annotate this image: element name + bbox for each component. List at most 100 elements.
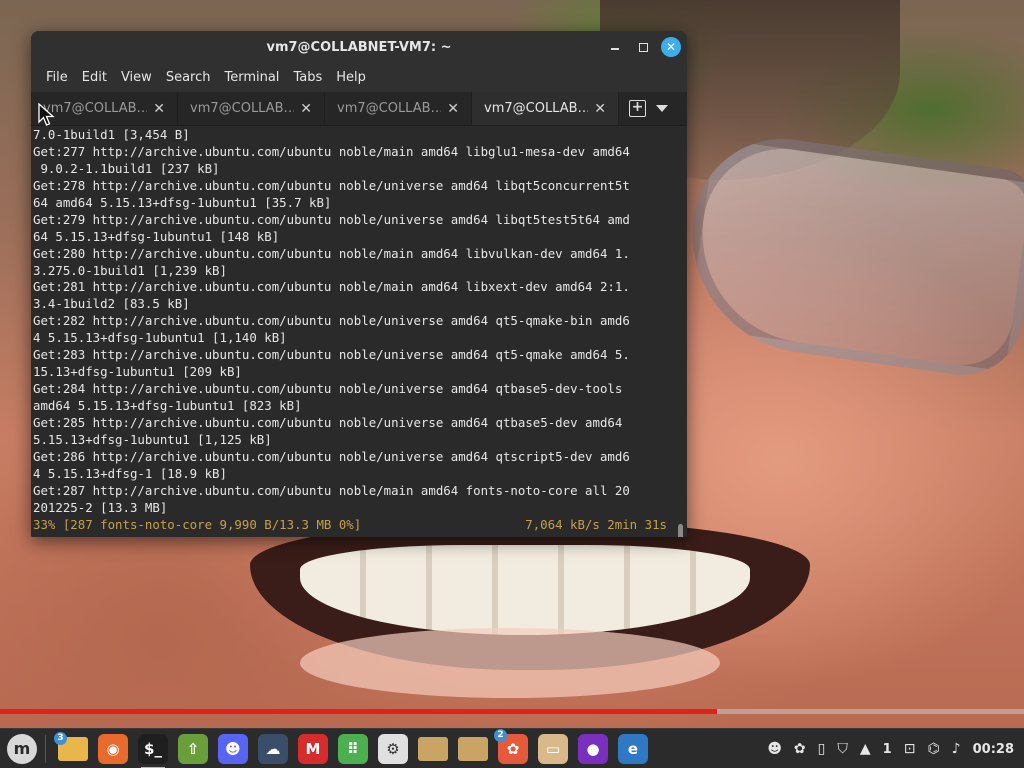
menubar: File Edit View Search Terminal Tabs Help bbox=[31, 64, 687, 92]
close-button[interactable]: ✕ bbox=[661, 37, 681, 57]
workspace-indicator[interactable]: 1 bbox=[883, 742, 892, 757]
terminal-line: 64 amd64 5.15.13+dfsg-1ubuntu1 [35.7 kB] bbox=[33, 194, 332, 210]
tray-volume-icon[interactable]: ♪ bbox=[952, 739, 961, 759]
terminal-line: Get:286 http://archive.ubuntu.com/ubuntu… bbox=[33, 448, 630, 464]
archive-box-icon: ▭ bbox=[545, 739, 561, 758]
menu-view[interactable]: View bbox=[114, 64, 159, 92]
terminal-line: Get:284 http://archive.ubuntu.com/ubuntu… bbox=[33, 381, 623, 397]
terminal-line: Get:280 http://archive.ubuntu.com/ubuntu… bbox=[33, 245, 630, 261]
app-grid-launcher[interactable]: ⠿ bbox=[338, 733, 368, 764]
mario-game-launcher[interactable]: M bbox=[298, 733, 328, 764]
menu-help[interactable]: Help bbox=[329, 64, 373, 92]
window-title: vm7@COLLABNET-VM7: ~ bbox=[266, 40, 452, 55]
tab-label: vm7@COLLAB… bbox=[190, 101, 295, 116]
terminal-scrollbar[interactable] bbox=[678, 524, 683, 537]
discord-icon: ☻ bbox=[225, 739, 241, 758]
new-tab-icon[interactable]: + bbox=[629, 100, 646, 117]
tab-list-dropdown-icon[interactable] bbox=[656, 105, 668, 112]
tab-4-active[interactable]: vm7@COLLAB… ✕ bbox=[472, 92, 619, 125]
video-progress-bar[interactable] bbox=[0, 709, 1024, 714]
minimize-icon bbox=[611, 48, 619, 50]
terminal-line: Get:283 http://archive.ubuntu.com/ubuntu… bbox=[33, 347, 630, 363]
download-status-line: 33% [287 fonts-noto-core 9,990 B/13.3 MB… bbox=[33, 517, 667, 534]
mint-logo-icon: m bbox=[13, 739, 31, 758]
tray-discord-icon[interactable]: ☻ bbox=[767, 739, 782, 759]
tray-network-icon[interactable]: ⌬ bbox=[927, 739, 939, 759]
update-manager-icon: ⇧ bbox=[186, 739, 200, 758]
terminal-line: 4 5.15.13+dfsg-1 [18.9 kB] bbox=[33, 465, 227, 481]
tray-window-list-icon[interactable]: ⊡ bbox=[904, 739, 916, 759]
tab-close-icon[interactable]: ✕ bbox=[447, 101, 459, 117]
terminal-icon: $_ bbox=[144, 739, 162, 758]
files-folder-launcher[interactable]: 3 bbox=[54, 731, 88, 761]
launcher-bar: 3 ◉ $_ ⇧ ☻ ☁ M ⠿ ⚙ ✿ 2 ▭ ● e bbox=[54, 728, 648, 768]
tab-close-icon[interactable]: ✕ bbox=[300, 101, 312, 117]
discord-launcher[interactable]: ☻ bbox=[218, 733, 248, 764]
menu-file[interactable]: File bbox=[39, 64, 75, 92]
terminal-line: 5.15.13+dfsg-1ubuntu1 [1,125 kB] bbox=[33, 431, 272, 447]
terminal-line: Get:282 http://archive.ubuntu.com/ubuntu… bbox=[33, 313, 630, 329]
tab-label: vm7@COLLAB… bbox=[43, 101, 148, 116]
tab-close-icon[interactable]: ✕ bbox=[153, 101, 165, 117]
terminal-line: amd64 5.15.13+dfsg-1ubuntu1 [823 kB] bbox=[33, 398, 302, 413]
terminal-window: vm7@COLLABNET-VM7: ~ ✕ File Edit View Se… bbox=[31, 31, 687, 537]
tab-label: vm7@COLLAB… bbox=[484, 101, 589, 116]
maximize-icon bbox=[638, 42, 648, 52]
cloud-sync-icon: ☁ bbox=[265, 739, 281, 758]
menu-search[interactable]: Search bbox=[159, 64, 218, 92]
start-menu-button[interactable]: m bbox=[7, 733, 37, 764]
update-manager-launcher[interactable]: ⇧ bbox=[178, 733, 208, 764]
tab-actions: + bbox=[619, 92, 668, 125]
minimize-button[interactable] bbox=[605, 37, 625, 57]
folder-launcher[interactable] bbox=[418, 736, 448, 761]
video-progress-fill bbox=[0, 709, 717, 714]
tray-shield-icon[interactable]: ⛉ bbox=[837, 739, 848, 759]
tab-bar: vm7@COLLAB… ✕ vm7@COLLAB… ✕ vm7@COLLAB… … bbox=[31, 92, 687, 126]
window-titlebar[interactable]: vm7@COLLABNET-VM7: ~ ✕ bbox=[31, 31, 687, 64]
folder-2-launcher[interactable] bbox=[458, 736, 488, 761]
purple-orb-icon: ● bbox=[586, 739, 600, 758]
settings-gear-launcher[interactable]: ⚙ bbox=[378, 733, 408, 764]
tray-clipboard-icon[interactable]: ▯ bbox=[818, 739, 826, 759]
tray-bee-icon[interactable]: ✿ bbox=[794, 739, 806, 759]
clock[interactable]: 00:28 bbox=[973, 742, 1014, 757]
terminal-line: Get:279 http://archive.ubuntu.com/ubuntu… bbox=[33, 211, 630, 227]
firefox-launcher[interactable]: ◉ bbox=[98, 733, 128, 764]
bee-app-launcher[interactable]: ✿ 2 bbox=[494, 728, 528, 764]
terminal-line: Get:278 http://archive.ubuntu.com/ubuntu… bbox=[33, 177, 630, 193]
settings-gear-icon: ⚙ bbox=[386, 739, 400, 758]
close-icon: ✕ bbox=[665, 40, 677, 54]
taskbar: m 3 ◉ $_ ⇧ ☻ ☁ M ⠿ ⚙ ✿ 2 ▭ ● e ☻ ✿ ▯ ⛉ ▲ 1 ⊡ ⌬ ♪ 00:2… bbox=[0, 728, 1024, 768]
download-speed-text: 7,064 kB/s 2min 31s bbox=[525, 516, 667, 532]
terminal-line: Get:281 http://archive.ubuntu.com/ubuntu… bbox=[33, 279, 630, 295]
tab-close-icon[interactable]: ✕ bbox=[594, 101, 606, 117]
menu-edit[interactable]: Edit bbox=[75, 64, 114, 92]
terminal-line: 201225-2 [13.3 MB] bbox=[33, 499, 168, 515]
tab-3[interactable]: vm7@COLLAB… ✕ bbox=[325, 92, 472, 125]
terminal-line: Get:277 http://archive.ubuntu.com/ubuntu… bbox=[33, 143, 630, 159]
mouse-cursor-icon bbox=[38, 103, 55, 126]
notification-badge: 2 bbox=[494, 728, 507, 742]
purple-orb-launcher[interactable]: ● bbox=[578, 733, 608, 764]
web-browser-globe-icon: e bbox=[627, 739, 639, 758]
archive-box-launcher[interactable]: ▭ bbox=[538, 733, 568, 764]
wallpaper-glasses-shape bbox=[677, 127, 1024, 383]
tray-notifications-icon[interactable]: ▲ bbox=[860, 739, 871, 759]
taskbar-separator bbox=[45, 734, 46, 763]
cloud-sync-launcher[interactable]: ☁ bbox=[258, 733, 288, 764]
system-tray: ☻ ✿ ▯ ⛉ ▲ 1 ⊡ ⌬ ♪ 00:28 bbox=[767, 729, 1014, 768]
terminal-launcher[interactable]: $_ bbox=[138, 733, 168, 768]
menu-terminal[interactable]: Terminal bbox=[217, 64, 286, 92]
tab-2[interactable]: vm7@COLLAB… ✕ bbox=[178, 92, 325, 125]
wallpaper-lip-shape bbox=[300, 628, 720, 698]
mario-game-icon: M bbox=[305, 739, 321, 758]
web-browser-globe-launcher[interactable]: e bbox=[618, 733, 648, 764]
bee-app-icon: ✿ bbox=[506, 739, 520, 758]
terminal-line: Get:285 http://archive.ubuntu.com/ubuntu… bbox=[33, 414, 623, 430]
menu-tabs[interactable]: Tabs bbox=[286, 64, 329, 92]
terminal-line: 64 5.15.13+dfsg-1ubuntu1 [148 kB] bbox=[33, 228, 280, 244]
firefox-icon: ◉ bbox=[106, 739, 120, 758]
download-progress-text: 33% [287 fonts-noto-core 9,990 B/13.3 MB… bbox=[33, 516, 362, 532]
terminal-output[interactable]: 7.0-1build1 [3,454 B] Get:277 http://arch… bbox=[31, 126, 687, 537]
maximize-button[interactable] bbox=[633, 37, 653, 57]
